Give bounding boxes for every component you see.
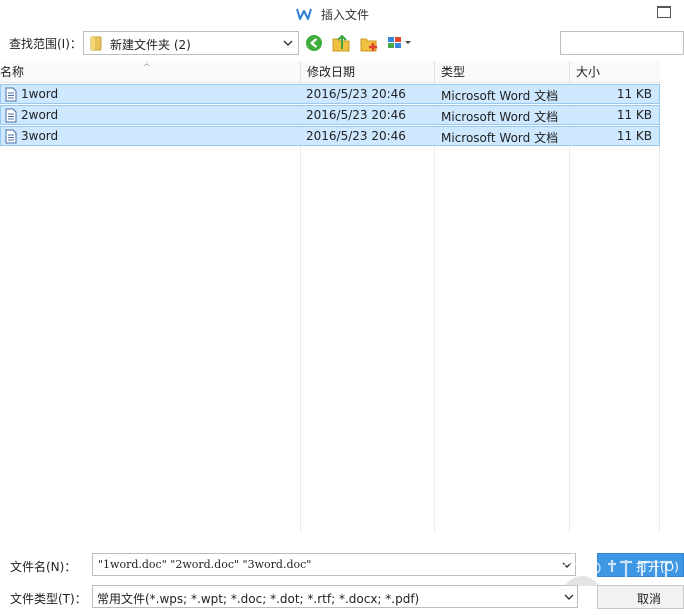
chevron-down-icon	[564, 594, 574, 600]
view-menu-icon[interactable]	[386, 34, 414, 52]
file-modified: 2016/5/23 20:46	[306, 108, 406, 122]
column-divider	[434, 83, 435, 533]
window-title: 插入文件	[321, 8, 370, 22]
maximize-icon[interactable]	[657, 6, 671, 18]
folder-icon	[90, 36, 102, 51]
current-folder-label: 新建文件夹 (2)	[110, 38, 191, 52]
filename-label: 文件名(N)：	[10, 560, 77, 574]
filetype-select[interactable]: 常用文件(*.wps; *.wpt; *.doc; *.dot; *.rtf; …	[92, 585, 578, 608]
column-header-date[interactable]: 修改日期	[300, 61, 434, 83]
wps-writer-logo-icon	[296, 8, 312, 20]
file-row[interactable]: 3word 2016/5/23 20:46 Microsoft Word 文档 …	[0, 126, 660, 146]
cancel-button-label: 取消	[637, 592, 662, 606]
filename-input[interactable]: "1word.doc" "2word.doc" "3word.doc"	[92, 553, 576, 576]
file-list-header: 名称 ^ 修改日期 类型 大小	[0, 61, 660, 83]
filetype-label: 文件类型(T)：	[10, 592, 87, 606]
file-type: Microsoft Word 文档	[441, 110, 559, 124]
file-name: 1word	[21, 87, 59, 101]
column-divider	[300, 83, 301, 533]
up-folder-icon[interactable]	[331, 34, 351, 52]
word-doc-icon	[5, 108, 17, 123]
insert-file-dialog: 插入文件 查找范围(I)： 新建文件夹 (2) 名称 ^ 修改日期 类型 大小 …	[0, 0, 684, 615]
chevron-down-icon	[283, 40, 293, 46]
column-header-size[interactable]: 大小	[569, 61, 660, 83]
filetype-value: 常用文件(*.wps; *.wpt; *.doc; *.dot; *.rtf; …	[97, 592, 420, 606]
search-input[interactable]	[560, 31, 684, 55]
word-doc-icon	[5, 129, 17, 144]
title-bar: 插入文件	[0, 0, 684, 28]
word-doc-icon	[5, 87, 17, 102]
filename-value: "1word.doc" "2word.doc" "3word.doc"	[98, 558, 312, 571]
column-divider	[569, 83, 570, 533]
sort-ascending-icon: ^	[143, 63, 151, 73]
file-name: 3word	[21, 129, 59, 143]
file-modified: 2016/5/23 20:46	[306, 129, 406, 143]
file-modified: 2016/5/23 20:46	[306, 87, 406, 101]
file-row[interactable]: 2word 2016/5/23 20:46 Microsoft Word 文档 …	[0, 105, 660, 125]
file-size: 11 KB	[616, 129, 652, 143]
file-size: 11 KB	[616, 108, 652, 122]
file-type: Microsoft Word 文档	[441, 131, 559, 145]
file-name: 2word	[21, 108, 59, 122]
column-header-type[interactable]: 类型	[434, 61, 569, 83]
new-folder-icon[interactable]	[359, 34, 379, 52]
back-icon[interactable]	[304, 34, 324, 52]
file-type: Microsoft Word 文档	[441, 89, 559, 103]
column-header-name[interactable]: 名称 ^	[0, 61, 300, 83]
lookin-label: 查找范围(I)：	[9, 37, 82, 51]
file-size: 11 KB	[616, 87, 652, 101]
baidu-jingyan-watermark	[563, 551, 672, 586]
file-row[interactable]: 1word 2016/5/23 20:46 Microsoft Word 文档 …	[0, 84, 660, 104]
lookin-dropdown[interactable]: 新建文件夹 (2)	[83, 31, 299, 55]
column-divider	[659, 83, 660, 533]
column-header-name-label: 名称	[0, 65, 25, 79]
